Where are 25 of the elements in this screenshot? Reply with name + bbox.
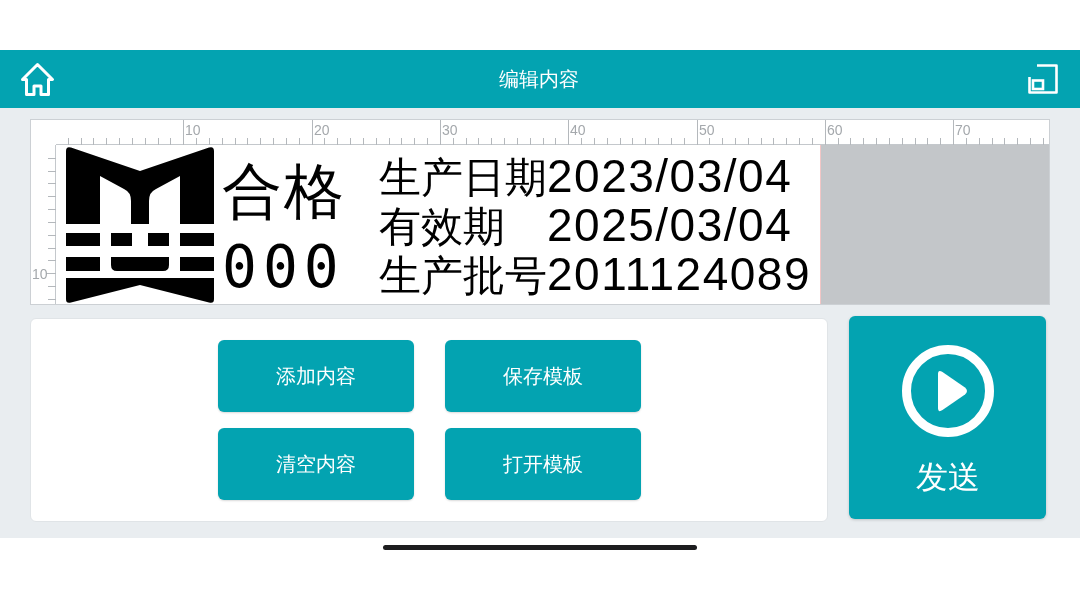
ruler-label: 10 xyxy=(185,122,201,138)
ruler-label: 10 xyxy=(32,265,48,282)
ruler-label: 30 xyxy=(442,122,458,138)
ruler-label: 60 xyxy=(827,122,843,138)
screen-frame-icon[interactable] xyxy=(1028,64,1058,94)
play-icon xyxy=(901,345,994,437)
field-label: 有效期 xyxy=(379,202,506,251)
ruler-label: 70 xyxy=(955,122,971,138)
send-button[interactable]: 发送 xyxy=(849,316,1046,519)
ruler-label: 50 xyxy=(699,122,715,138)
action-button[interactable]: 清空内容 xyxy=(217,428,414,500)
canvas-text: 合格 xyxy=(222,156,346,227)
field-label: 生产日期 xyxy=(379,153,547,202)
field-value: 2011124089 xyxy=(547,250,811,299)
field-value: 2023/03/04 xyxy=(547,152,793,201)
action-button[interactable]: 添加内容 xyxy=(217,340,414,412)
action-button[interactable]: 保存模板 xyxy=(444,340,641,412)
home-icon[interactable] xyxy=(20,61,55,97)
action-button[interactable]: 打开模板 xyxy=(444,428,641,500)
field-value: 2025/03/04 xyxy=(547,201,793,250)
page-title: 编辑内容 xyxy=(499,67,579,92)
ruler-label: 40 xyxy=(570,122,586,138)
ruler-label: 20 xyxy=(314,122,330,138)
canvas-text: 000 xyxy=(222,233,345,300)
field-label: 生产批号 xyxy=(379,251,547,300)
